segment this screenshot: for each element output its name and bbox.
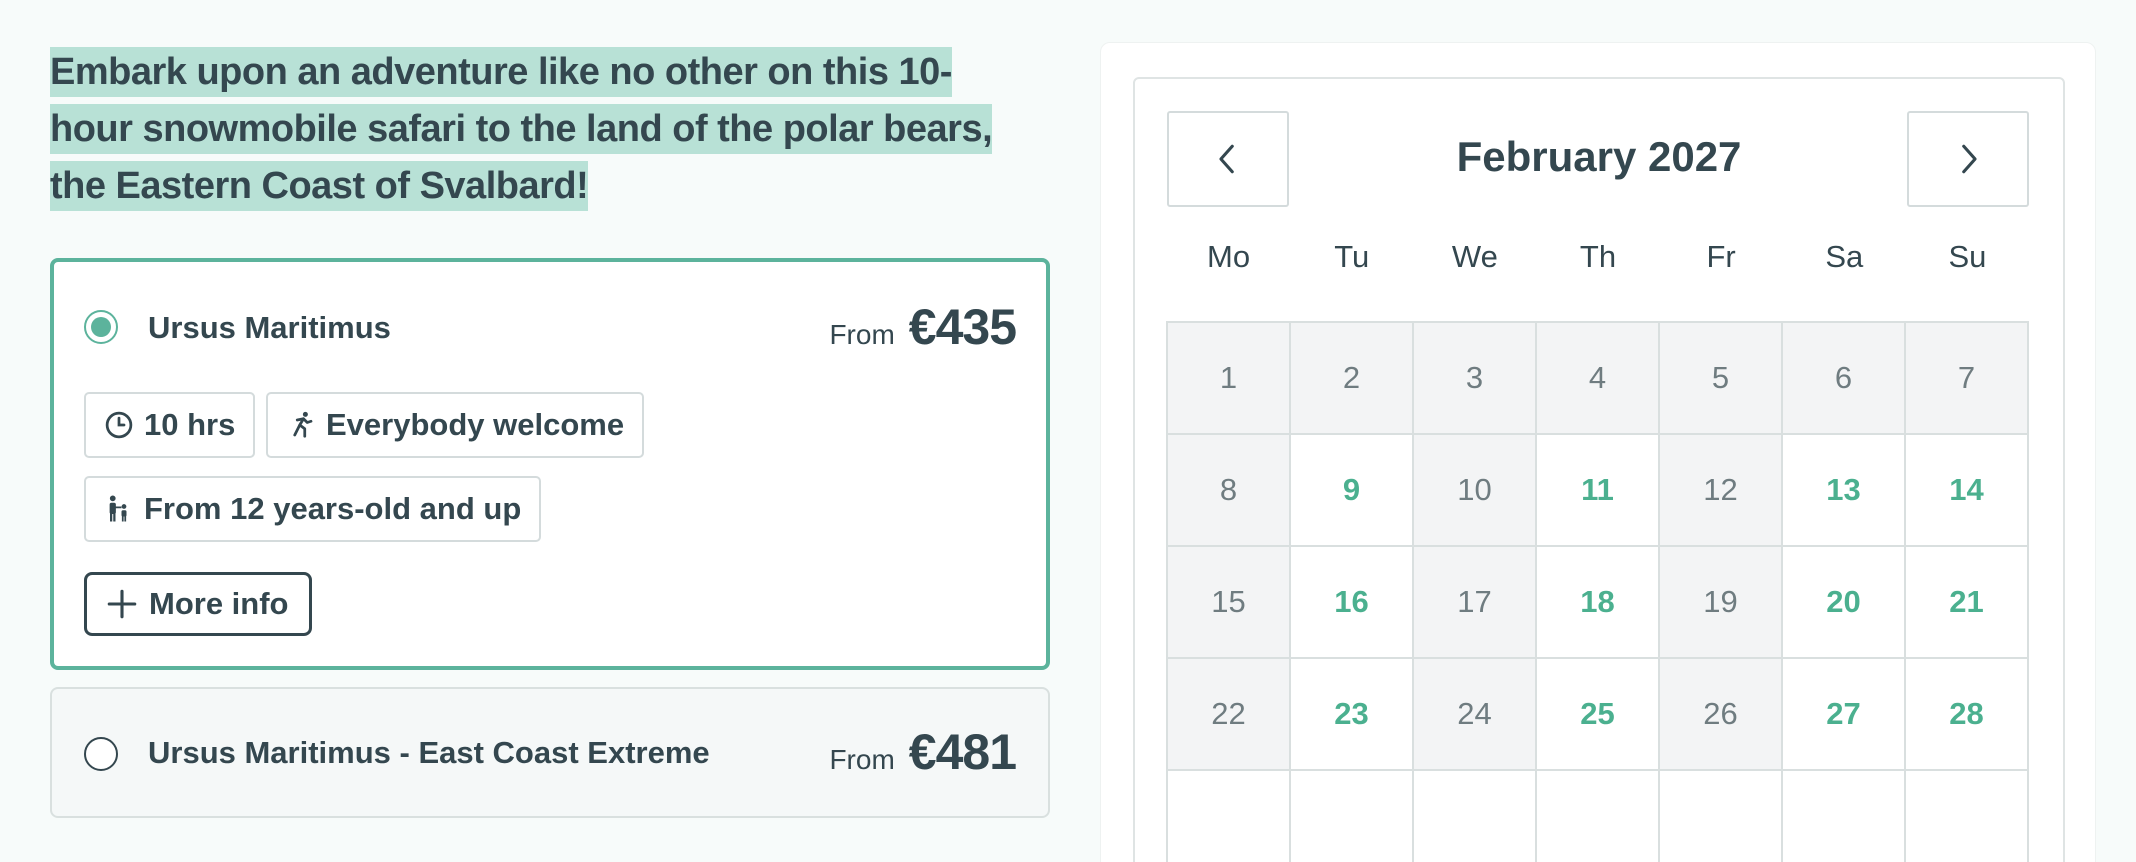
chevron-right-icon	[1962, 144, 1977, 174]
weekday-label: Mo	[1207, 239, 1251, 274]
price: €435	[908, 299, 1017, 355]
calendar-day-empty	[1783, 771, 1906, 862]
weekday-label: We	[1451, 239, 1498, 274]
calendar-day-28[interactable]: 28	[1906, 659, 2029, 771]
more-info-label: More info	[149, 586, 289, 621]
day-grid: 1 2 3 4 5 6 7 8 9 10 11 12 13 14 15 16 17 18 19 20 21 22 23 24 2…	[1166, 321, 2029, 862]
option-card-east-coast-extreme[interactable]: Ursus Maritimus - East Coast Extreme Fro…	[50, 687, 1050, 818]
weekday-label: Su	[1948, 239, 1987, 274]
calendar-day-empty	[1906, 771, 2029, 862]
difficulty-label: Everybody welcome	[326, 407, 625, 442]
tour-description: Embark upon an adventure like no other o…	[50, 44, 1010, 215]
chevron-left-icon	[1219, 144, 1234, 174]
family-icon	[109, 495, 127, 522]
calendar-day-empty	[1168, 771, 1291, 862]
price: €481	[908, 724, 1017, 780]
calendar-day-1: 1	[1168, 323, 1291, 435]
duration-chip: 10 hrs	[84, 392, 256, 458]
from-label: From	[829, 744, 895, 775]
calendar-day-15: 15	[1168, 547, 1291, 659]
weekday-label: Th	[1579, 239, 1617, 274]
calendar-day-6: 6	[1783, 323, 1906, 435]
calendar-day-3: 3	[1414, 323, 1537, 435]
calendar-day-19: 19	[1660, 547, 1783, 659]
age-label: From 12 years-old and up	[144, 491, 522, 526]
calendar-day-10: 10	[1414, 435, 1537, 547]
price-block: From €435	[829, 298, 1017, 356]
next-month-button[interactable]	[1907, 111, 2029, 207]
calendar-panel: February 2027 Mo Tu We Th Fr Sa Su 12345…	[1100, 42, 2096, 862]
calendar-day-25[interactable]: 25	[1537, 659, 1660, 771]
plus-icon	[107, 589, 137, 619]
calendar: February 2027 Mo Tu We Th Fr Sa Su 12345…	[1133, 77, 2065, 862]
weekday-label: Tu	[1334, 239, 1370, 274]
calendar-day-23[interactable]: 23	[1291, 659, 1414, 771]
calendar-day-5: 5	[1660, 323, 1783, 435]
highlighted-description: Embark upon an adventure like no other o…	[50, 47, 993, 211]
calendar-day-11[interactable]: 11	[1537, 435, 1660, 547]
from-label: From	[829, 319, 895, 350]
weekday-label: Sa	[1825, 239, 1864, 274]
calendar-day-8: 8	[1168, 435, 1291, 547]
calendar-day-9[interactable]: 9	[1291, 435, 1414, 547]
calendar-day-empty	[1414, 771, 1537, 862]
calendar-day-14[interactable]: 14	[1906, 435, 2029, 547]
previous-month-button[interactable]	[1167, 111, 1289, 207]
calendar-day-empty	[1537, 771, 1660, 862]
calendar-day-24: 24	[1414, 659, 1537, 771]
calendar-day-26: 26	[1660, 659, 1783, 771]
difficulty-chip: Everybody welcome	[266, 392, 645, 458]
radio-selected[interactable]	[84, 310, 118, 344]
calendar-day-16[interactable]: 16	[1291, 547, 1414, 659]
calendar-day-17: 17	[1414, 547, 1537, 659]
option-title: Ursus Maritimus - East Coast Extreme	[148, 735, 710, 770]
radio-unselected[interactable]	[84, 737, 118, 771]
more-info-button[interactable]: More info	[84, 572, 312, 636]
calendar-day-7: 7	[1906, 323, 2029, 435]
weekday-header: Mo Tu We Th Fr Sa Su	[1167, 239, 2029, 275]
month-title: February 2027	[1456, 133, 1742, 180]
calendar-day-12: 12	[1660, 435, 1783, 547]
price-block: From €481	[829, 723, 1017, 781]
calendar-day-20[interactable]: 20	[1783, 547, 1906, 659]
option-title: Ursus Maritimus	[148, 310, 391, 345]
calendar-day-13[interactable]: 13	[1783, 435, 1906, 547]
calendar-day-27[interactable]: 27	[1783, 659, 1906, 771]
option-card-ursus-maritimus[interactable]: Ursus Maritimus From €435 10 hrs Everybo…	[50, 258, 1050, 670]
calendar-day-2: 2	[1291, 323, 1414, 435]
calendar-day-empty	[1660, 771, 1783, 862]
weekday-label: Fr	[1706, 239, 1736, 274]
person-running-icon	[293, 411, 313, 438]
age-chip: From 12 years-old and up	[84, 476, 542, 542]
calendar-day-22: 22	[1168, 659, 1291, 771]
calendar-day-18[interactable]: 18	[1537, 547, 1660, 659]
calendar-day-empty	[1291, 771, 1414, 862]
calendar-day-4: 4	[1537, 323, 1660, 435]
clock-icon	[105, 411, 133, 439]
duration-label: 10 hrs	[144, 407, 236, 442]
calendar-day-21[interactable]: 21	[1906, 547, 2029, 659]
